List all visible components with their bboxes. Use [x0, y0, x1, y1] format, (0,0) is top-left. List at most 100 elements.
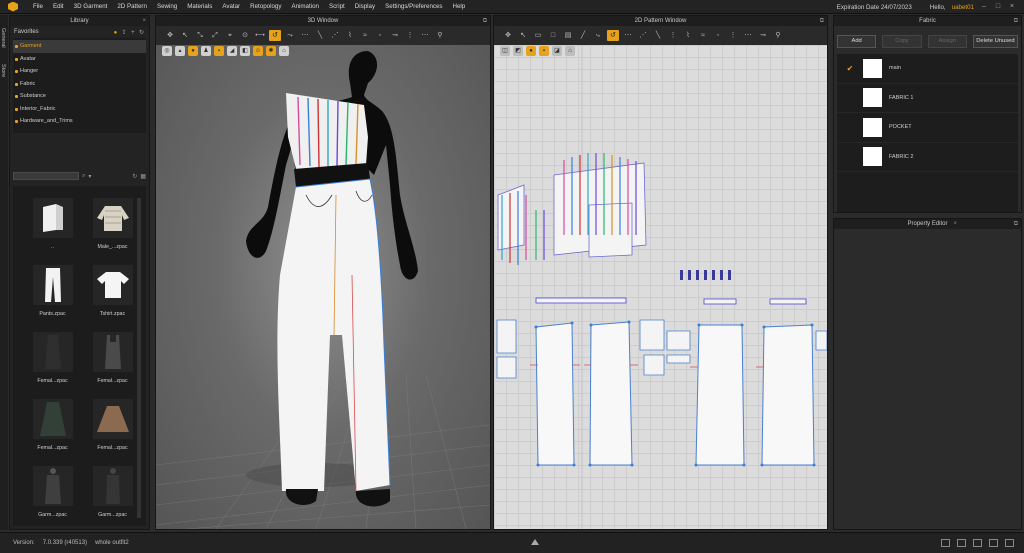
maximize-icon[interactable]: □: [994, 3, 1002, 11]
transform-icon[interactable]: ⤢: [209, 30, 221, 41]
garment-display-icon[interactable]: ▴: [175, 46, 185, 56]
menu-help[interactable]: Help: [448, 0, 471, 14]
fold-icon[interactable]: ⌇: [344, 30, 356, 41]
property-editor-float-icon[interactable]: ⧉: [1014, 219, 1018, 229]
library-close-icon[interactable]: ×: [142, 16, 146, 26]
add-fabric-button[interactable]: Add: [837, 35, 877, 48]
pattern-fill-icon[interactable]: ▪: [539, 46, 549, 56]
2d-edit-sewing-icon[interactable]: ⋰: [637, 30, 649, 41]
library-scrollbar[interactable]: [137, 198, 141, 518]
library-item[interactable]: Femal...zpac: [85, 332, 140, 399]
line-sewing-icon[interactable]: ⤳: [284, 30, 296, 41]
2d-simulation-icon[interactable]: ↺: [607, 30, 619, 41]
menu-animation[interactable]: Animation: [286, 0, 324, 14]
buttonhole-icon[interactable]: ⊸: [389, 30, 401, 41]
favorite-item-fabric[interactable]: Fabric: [13, 78, 146, 91]
texture-display-icon[interactable]: ●: [188, 46, 198, 56]
layout-full-icon[interactable]: [1005, 539, 1014, 547]
light-icon[interactable]: ✺: [266, 46, 276, 56]
3d-viewport[interactable]: [155, 45, 491, 530]
edit-sewing-icon[interactable]: ⋯: [299, 30, 311, 41]
2d-avatar-icon[interactable]: ⚲: [772, 30, 784, 41]
menu-display[interactable]: Display: [350, 0, 380, 14]
camera-view-icon[interactable]: ◎: [162, 46, 172, 56]
internal-line-icon[interactable]: ╱: [577, 30, 589, 41]
xray-icon[interactable]: ◢: [227, 46, 237, 56]
2d-elastic-icon[interactable]: ≈: [697, 30, 709, 41]
pattern-outline-icon[interactable]: ◫: [500, 46, 510, 56]
search-icon[interactable]: ⌕: [82, 173, 85, 180]
texture-edit-icon[interactable]: ▤: [562, 30, 574, 41]
fabric-item[interactable]: ✔ main: [837, 54, 1018, 84]
free-sewing-icon[interactable]: ⋰: [329, 30, 341, 41]
2d-notch-icon[interactable]: ⊸: [757, 30, 769, 41]
fabric-item[interactable]: POCKET: [837, 113, 1018, 143]
topstitch-icon[interactable]: ⋯: [419, 30, 431, 41]
select-tool-icon[interactable]: ✥: [164, 30, 176, 41]
favorite-item-substance[interactable]: Substance: [13, 90, 146, 103]
favorite-item-garment[interactable]: Garment: [13, 40, 146, 53]
fabric-item[interactable]: FABRIC 2: [837, 143, 1018, 172]
avatar-tool-icon[interactable]: ⚲: [434, 30, 446, 41]
rectangle-icon[interactable]: □: [547, 30, 559, 41]
2d-free-sewing-icon[interactable]: ⋮: [667, 30, 679, 41]
segment-sewing-icon[interactable]: ╲: [314, 30, 326, 41]
skin-icon[interactable]: ☺: [253, 46, 263, 56]
fabric-render-icon[interactable]: ▪: [214, 46, 224, 56]
favorite-item-hardware[interactable]: Hardware_and_Trims: [13, 115, 146, 128]
2d-button-icon[interactable]: ◦: [712, 30, 724, 41]
button-tool-icon[interactable]: ◦: [374, 30, 386, 41]
refresh-icon[interactable]: ↻: [132, 173, 137, 180]
transform-pattern-icon[interactable]: ✥: [502, 30, 514, 41]
3d-window-float-icon[interactable]: ⧉: [483, 16, 487, 26]
2d-window-float-icon[interactable]: ⧉: [820, 16, 824, 26]
library-item[interactable]: ..: [25, 198, 80, 265]
pattern-info-icon[interactable]: ◩: [513, 46, 523, 56]
solid-view-icon[interactable]: ◧: [240, 46, 250, 56]
copy-fabric-button[interactable]: Copy: [882, 35, 922, 48]
layout-split-icon[interactable]: [957, 539, 966, 547]
grain-line-icon[interactable]: ◪: [552, 46, 562, 56]
minimize-icon[interactable]: –: [980, 3, 988, 11]
upload-icon[interactable]: ⇪: [121, 29, 128, 36]
fold-arrangement-icon[interactable]: ⤡: [194, 30, 206, 41]
elastic-icon[interactable]: ≈: [359, 30, 371, 41]
menu-3d-garment[interactable]: 3D Garment: [69, 0, 113, 14]
menu-script[interactable]: Script: [324, 0, 350, 14]
library-item[interactable]: Femal...zpac: [85, 399, 140, 466]
layout-3d-icon[interactable]: [973, 539, 982, 547]
library-item[interactable]: Femal...zpac: [25, 332, 80, 399]
library-item[interactable]: Tshirt.zpac: [85, 265, 140, 332]
simulation-icon[interactable]: ↺: [269, 30, 281, 41]
library-item[interactable]: Femal...zpac: [25, 399, 80, 466]
polygon-icon[interactable]: ▭: [532, 30, 544, 41]
menu-2d-pattern[interactable]: 2D Pattern: [112, 0, 152, 14]
select-mesh-icon[interactable]: ↖: [179, 30, 191, 41]
menu-avatar[interactable]: Avatar: [217, 0, 245, 14]
hanger-icon[interactable]: ⌂: [279, 46, 289, 56]
2d-sewing-icon[interactable]: ⋯: [622, 30, 634, 41]
pattern-hanger-icon[interactable]: ⌂: [565, 46, 575, 56]
dropdown-arrow-icon[interactable]: ▾: [88, 173, 91, 180]
layout-single-icon[interactable]: [941, 539, 950, 547]
grid-view-icon[interactable]: ▦: [140, 173, 146, 180]
library-item[interactable]: Pants.zpac: [25, 265, 80, 332]
refresh-icon[interactable]: ↻: [138, 29, 145, 36]
menu-materials[interactable]: Materials: [182, 0, 217, 14]
2d-topstitch-icon[interactable]: ⋯: [742, 30, 754, 41]
favorite-item-avatar[interactable]: Avatar: [13, 53, 146, 66]
menu-sewing[interactable]: Sewing: [152, 0, 182, 14]
edit-pattern-icon[interactable]: ↖: [517, 30, 529, 41]
zipper-icon[interactable]: ⋮: [404, 30, 416, 41]
user-name[interactable]: uabet01: [952, 4, 974, 11]
trace-icon[interactable]: ⤷: [592, 30, 604, 41]
2d-zipper-icon[interactable]: ⋮: [727, 30, 739, 41]
library-item[interactable]: Garm...zpac: [25, 466, 80, 533]
favorite-item-interior-fabric[interactable]: Interior_Fabric: [13, 103, 146, 116]
assign-fabric-button[interactable]: Assign: [927, 35, 967, 48]
menu-edit[interactable]: Edit: [48, 0, 69, 14]
menu-settings[interactable]: Settings/Preferences: [380, 0, 447, 14]
library-item[interactable]: Garm...zpac: [85, 466, 140, 533]
menu-retopology[interactable]: Retopology: [245, 0, 286, 14]
add-icon[interactable]: +: [129, 30, 136, 36]
